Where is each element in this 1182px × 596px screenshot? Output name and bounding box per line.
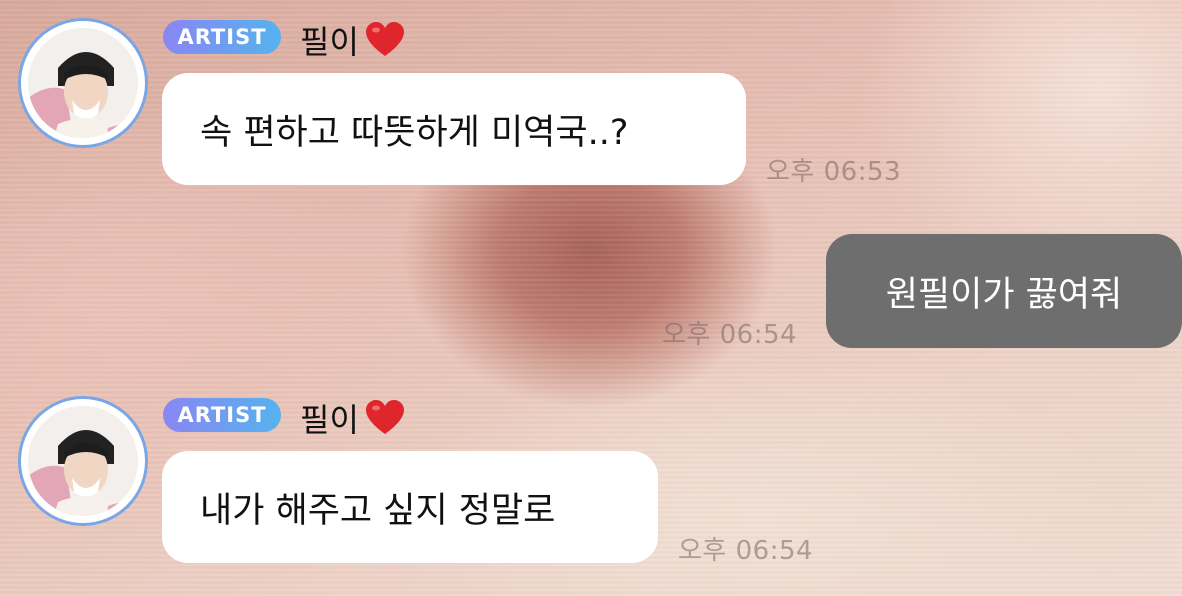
- artist-badge: ARTIST: [163, 20, 281, 54]
- message-text: 속 편하고 따뜻하게 미역국..?: [200, 112, 629, 153]
- sender-name: 필이: [300, 23, 359, 61]
- message-bubble[interactable]: 내가 해주고 싶지 정말로: [162, 451, 658, 563]
- heart-icon: [365, 400, 404, 434]
- avatar-photo: [28, 406, 138, 516]
- avatar-photo: [28, 28, 138, 138]
- sender-name: 필이: [300, 401, 359, 439]
- message-time: 오후 06:53: [766, 157, 902, 187]
- message-bubble[interactable]: 속 편하고 따뜻하게 미역국..?: [162, 73, 746, 185]
- message-time: 오후 06:54: [662, 320, 798, 350]
- sender-name-row: 필이: [300, 395, 405, 441]
- message-text: 내가 해주고 싶지 정말로: [200, 490, 556, 531]
- artist-avatar[interactable]: [18, 396, 148, 526]
- artist-avatar[interactable]: [18, 18, 148, 148]
- message-time: 오후 06:54: [678, 536, 814, 566]
- heart-icon: [365, 22, 404, 56]
- sender-name-row: 필이: [300, 17, 405, 63]
- my-message-bubble[interactable]: 원필이가 끓여줘: [826, 234, 1182, 348]
- message-text: 원필이가 끓여줘: [885, 274, 1123, 315]
- artist-badge: ARTIST: [163, 398, 281, 432]
